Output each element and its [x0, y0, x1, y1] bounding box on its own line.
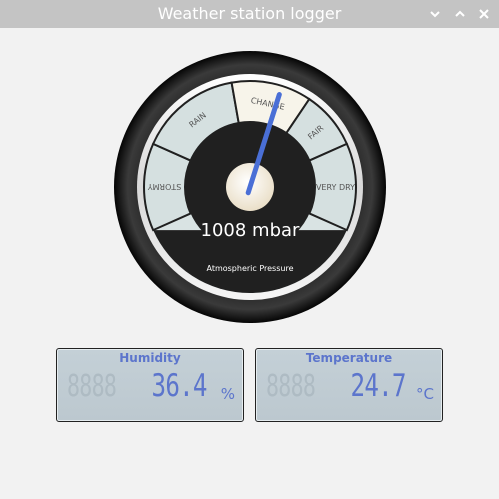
chevron-up-icon	[455, 10, 465, 17]
temperature-panel: Temperature 8888 24.7 °C	[255, 348, 443, 422]
temperature-ghost-digits: 8888	[266, 369, 316, 404]
barometer-dial: STORMYRAINCHANGEFAIRVERY DRY 1008 mbar A…	[114, 51, 386, 323]
temperature-title: Temperature	[305, 351, 393, 365]
title-bar[interactable]: Weather station logger	[0, 0, 499, 28]
pressure-reading: 1008 mbar	[201, 220, 301, 241]
pressure-caption: Atmospheric Pressure	[206, 264, 293, 273]
chevron-down-icon	[430, 11, 440, 18]
temperature-value: 24.7	[350, 368, 407, 404]
app-window: Weather station logger STORMY RAIN CHANG…	[0, 0, 499, 499]
humidity-value: 36.4	[151, 368, 208, 404]
humidity-panel: Humidity 8888 36.4 %	[56, 348, 244, 422]
humidity-ghost-digits: 8888	[67, 369, 117, 404]
maximize-button[interactable]	[450, 4, 470, 24]
zone-label-stormy: STORMY	[148, 182, 182, 191]
humidity-unit: %	[220, 385, 235, 403]
close-icon	[479, 9, 489, 19]
minimize-button[interactable]	[425, 4, 445, 24]
zone-label-very-dry: VERY DRY	[316, 183, 355, 192]
humidity-title: Humidity	[119, 351, 181, 365]
close-button[interactable]	[474, 4, 494, 24]
barometer-gauge: STORMY RAIN CHANGE FAIR VERY DRY 1008 mbar A…	[0, 28, 499, 338]
temperature-unit: °C	[416, 385, 434, 403]
